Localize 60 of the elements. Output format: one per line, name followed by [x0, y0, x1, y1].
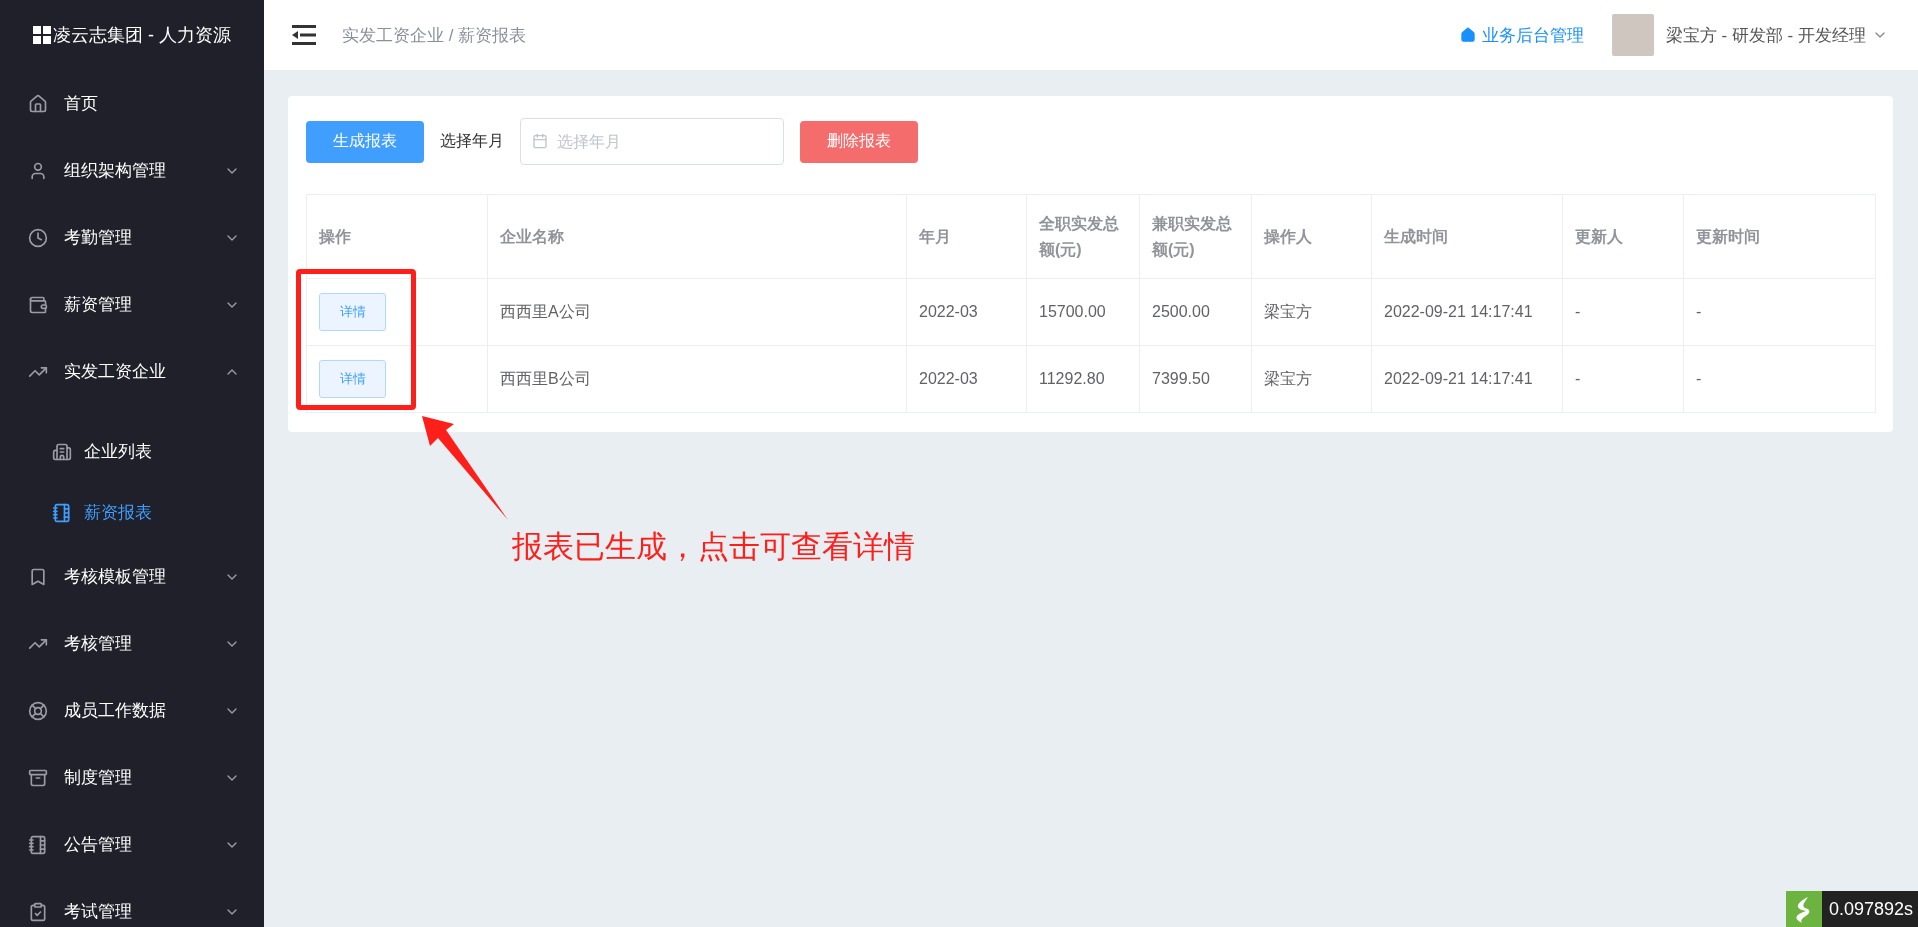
column-header: 生成时间	[1371, 194, 1563, 279]
table-cell: -	[1683, 345, 1876, 413]
calendar-icon	[532, 133, 548, 149]
annotation-text: 报表已生成，点击可查看详情	[512, 528, 915, 566]
column-header: 年月	[906, 194, 1027, 279]
sidebar-item[interactable]: 考试管理	[0, 878, 264, 927]
table-cell: 2500.00	[1139, 278, 1252, 346]
column-header: 操作	[306, 194, 488, 279]
column-header: 操作人	[1251, 194, 1372, 279]
user-icon	[28, 160, 48, 181]
table-cell: 2022-03	[906, 345, 1027, 413]
bookmark-icon	[28, 566, 48, 587]
wallet-icon	[28, 294, 48, 315]
sidebar-item[interactable]: 公告管理	[0, 811, 264, 878]
sidebar-item[interactable]: 首页	[0, 70, 264, 137]
table-cell: 11292.80	[1026, 345, 1140, 413]
sidebar-item[interactable]: 考核模板管理	[0, 543, 264, 610]
column-header: 企业名称	[487, 194, 907, 279]
table-cell: 西西里A公司	[487, 278, 907, 346]
sidebar-subitem[interactable]: 薪资报表	[0, 482, 264, 543]
grid-logo-icon	[33, 26, 51, 44]
user-menu[interactable]: 梁宝方 - 研发部 - 开发经理	[1665, 23, 1888, 47]
app-title: 凌云志集团 - 人力资源	[53, 24, 231, 47]
sidebar-item[interactable]: 成员工作数据	[0, 677, 264, 744]
table-cell: -	[1562, 345, 1684, 413]
building-icon	[52, 441, 72, 462]
notebook-icon	[52, 502, 72, 523]
month-label: 选择年月	[440, 131, 504, 151]
sidebar-subitem[interactable]: 企业列表	[0, 421, 264, 482]
sidebar-item[interactable]: 组织架构管理	[0, 137, 264, 204]
table-cell: 2022-09-21 14:17:41	[1371, 345, 1563, 413]
sidebar-item[interactable]: 实发工资企业	[0, 338, 264, 405]
table-cell: 15700.00	[1026, 278, 1140, 346]
lifebuoy-icon	[28, 700, 48, 721]
table-cell: -	[1683, 278, 1876, 346]
breadcrumb: 实发工资企业 / 薪资报表	[342, 24, 528, 47]
column-header: 更新时间	[1683, 194, 1876, 279]
table-cell: 2022-09-21 14:17:41	[1371, 278, 1563, 346]
table-cell: 梁宝方	[1251, 345, 1372, 413]
clipboard-check-icon	[28, 901, 48, 922]
table-cell: -	[1562, 278, 1684, 346]
menu-toggle-icon[interactable]	[292, 25, 316, 45]
sidebar-item[interactable]: 考勤管理	[0, 204, 264, 271]
table-cell: 7399.50	[1139, 345, 1252, 413]
month-picker-field[interactable]: 选择年月	[520, 118, 784, 165]
sidebar-item[interactable]: 薪资管理	[0, 271, 264, 338]
home-icon	[28, 93, 48, 114]
notebook-icon	[28, 834, 48, 855]
clock-icon	[28, 227, 48, 248]
column-header: 更新人	[1562, 194, 1684, 279]
home-icon	[1459, 27, 1476, 43]
table-cell: 梁宝方	[1251, 278, 1372, 346]
table-cell: 西西里B公司	[487, 345, 907, 413]
column-header: 全职实发总额(元)	[1026, 194, 1140, 279]
sidebar-item[interactable]: 制度管理	[0, 744, 264, 811]
avatar-placeholder	[1611, 14, 1654, 56]
tray-icon	[28, 767, 48, 788]
column-header: 兼职实发总额(元)	[1139, 194, 1252, 279]
sidebar-item[interactable]: 考核管理	[0, 610, 264, 677]
table-cell: 2022-03	[906, 278, 1027, 346]
